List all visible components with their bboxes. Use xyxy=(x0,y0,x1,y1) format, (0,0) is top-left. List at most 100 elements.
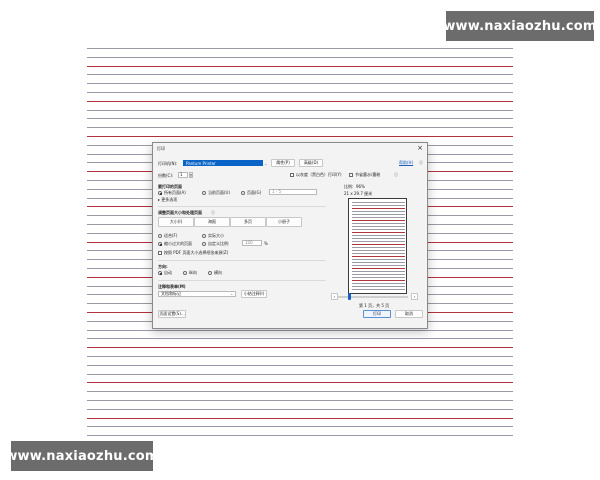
current-page-radio[interactable] xyxy=(202,191,206,195)
preview-ruled-line xyxy=(352,247,405,248)
actual-size-radio[interactable] xyxy=(202,234,206,238)
ruled-line xyxy=(87,374,513,375)
next-page-button[interactable]: › xyxy=(411,293,418,300)
ruled-line xyxy=(87,127,513,128)
preview-ruled-line xyxy=(352,202,405,203)
watermark-top: www.naxiaozhu.com xyxy=(443,11,596,41)
current-page-label: 当前页面(U) xyxy=(208,190,231,195)
printer-label: 打印机(N): xyxy=(158,161,178,166)
preview-ruled-line xyxy=(352,265,405,266)
cancel-button[interactable]: 取消 xyxy=(395,310,423,318)
print-preview xyxy=(348,198,407,294)
ruled-line xyxy=(87,136,513,137)
dialog-title: 打印 xyxy=(157,146,165,151)
portrait-radio[interactable] xyxy=(183,271,187,275)
auto-orientation-radio[interactable] xyxy=(158,271,162,275)
copies-label: 份数(C): xyxy=(158,173,174,178)
booklet-button[interactable]: 小册子 xyxy=(266,217,302,227)
custom-scale-value: 100 xyxy=(245,240,253,245)
summarize-comments-button[interactable]: 小结注释(I) xyxy=(241,290,267,298)
preview-ruled-line xyxy=(352,259,405,260)
ruled-line xyxy=(87,338,513,339)
ruled-line xyxy=(87,400,513,401)
size-button[interactable]: 大小(I) xyxy=(158,217,194,227)
divider xyxy=(158,280,326,281)
poster-button[interactable]: 海报 xyxy=(194,217,230,227)
multiple-button[interactable]: 多页 xyxy=(230,217,266,227)
close-icon[interactable]: × xyxy=(417,144,423,152)
ruled-line xyxy=(87,426,513,427)
preview-ruled-line xyxy=(352,208,405,209)
ruled-line xyxy=(87,101,513,102)
help-icon[interactable]: ⓘ xyxy=(419,160,423,165)
fit-radio[interactable] xyxy=(158,234,162,238)
pages-label: 页面(G) xyxy=(247,190,262,195)
pages-input[interactable]: 1 - 5 xyxy=(269,189,317,195)
preview-paper-size: 21 x 29.7 厘米 xyxy=(344,191,373,196)
divider xyxy=(158,206,326,207)
preview-ruled-line xyxy=(352,241,405,242)
watermark-bottom: www.naxiaozhu.com xyxy=(5,441,158,471)
comments-forms-value: 文档和标记 xyxy=(161,291,181,296)
print-range-heading: 要打印的页面 xyxy=(158,184,182,189)
comments-forms-select[interactable]: 文档和标记 xyxy=(158,291,236,297)
preview-ruled-line xyxy=(352,232,405,233)
preview-ruled-line xyxy=(352,262,405,263)
pdf-paper-source-label: 按照 PDF 页面大小选择纸张来源(Z) xyxy=(164,250,229,255)
print-dialog: 打印 × 打印机(N): Pantum Printer ⌄ 属性(P) 高级(D… xyxy=(152,142,428,329)
sizing-info-icon[interactable]: ⓘ xyxy=(211,210,215,215)
more-options-toggle[interactable]: ▸ 更多选项 xyxy=(158,197,177,202)
grayscale-checkbox[interactable] xyxy=(290,173,294,177)
copies-stepper[interactable]: ▴ ▾ xyxy=(189,172,193,178)
preview-ruled-line xyxy=(352,283,405,284)
ruled-line xyxy=(87,48,513,49)
chevron-down-icon[interactable]: ⌄ xyxy=(230,291,233,296)
preview-ruled-line xyxy=(352,253,405,254)
ruled-line xyxy=(87,409,513,410)
page-indicator: 第 1 页，共 5 页 xyxy=(359,303,390,308)
ruled-line xyxy=(87,74,513,75)
page-sizing-heading: 调整页面大小和处理页面 xyxy=(158,210,202,215)
custom-scale-radio[interactable] xyxy=(202,242,206,246)
print-button[interactable]: 打印 xyxy=(363,310,391,318)
page-slider-thumb[interactable] xyxy=(348,293,351,300)
help-link[interactable]: 帮助(H) xyxy=(399,160,413,165)
save-ink-label: 节省墨水/墨粉 xyxy=(355,172,381,177)
ruled-line xyxy=(87,356,513,357)
ruled-line xyxy=(87,92,513,93)
save-ink-checkbox[interactable] xyxy=(349,173,353,177)
info-icon[interactable]: ⓘ xyxy=(394,172,398,177)
ruled-line xyxy=(87,418,513,419)
fit-label: 适合(F) xyxy=(164,233,178,238)
shrink-oversized-radio[interactable] xyxy=(158,242,162,246)
preview-scale-value: 96% xyxy=(356,184,365,189)
preview-ruled-line xyxy=(352,226,405,227)
properties-button[interactable]: 属性(P) xyxy=(271,159,295,167)
preview-ruled-line xyxy=(352,205,405,206)
pdf-paper-source-checkbox[interactable] xyxy=(158,251,162,255)
shrink-oversized-label: 缩小过大的页面 xyxy=(164,241,192,246)
preview-ruled-line xyxy=(352,223,405,224)
comments-forms-heading: 注释和表单(M) xyxy=(158,284,186,289)
preview-ruled-line xyxy=(352,214,405,215)
custom-scale-input[interactable]: 100 xyxy=(242,240,262,246)
all-pages-radio[interactable] xyxy=(158,191,162,195)
page-setup-button[interactable]: 页面设置(S)... xyxy=(158,310,186,318)
preview-ruled-line xyxy=(352,289,405,290)
preview-ruled-line xyxy=(352,217,405,218)
pages-input-value: 1 - 5 xyxy=(272,189,282,194)
printer-select[interactable]: Pantum Printer xyxy=(183,160,263,166)
advanced-button[interactable]: 高级(D) xyxy=(299,159,323,167)
auto-orientation-label: 自动 xyxy=(164,270,172,275)
chevron-down-icon[interactable]: ⌄ xyxy=(264,161,267,166)
copies-input[interactable]: 1 xyxy=(178,172,188,178)
actual-size-label: 实际大小 xyxy=(208,233,224,238)
ruled-line xyxy=(87,118,513,119)
orientation-heading: 方向: xyxy=(158,264,168,269)
pages-radio[interactable] xyxy=(241,191,245,195)
previous-page-button[interactable]: ‹ xyxy=(331,293,338,300)
preview-ruled-line xyxy=(352,211,405,212)
percent-sign: % xyxy=(264,241,268,246)
landscape-radio[interactable] xyxy=(208,271,212,275)
preview-ruled-line xyxy=(352,238,405,239)
